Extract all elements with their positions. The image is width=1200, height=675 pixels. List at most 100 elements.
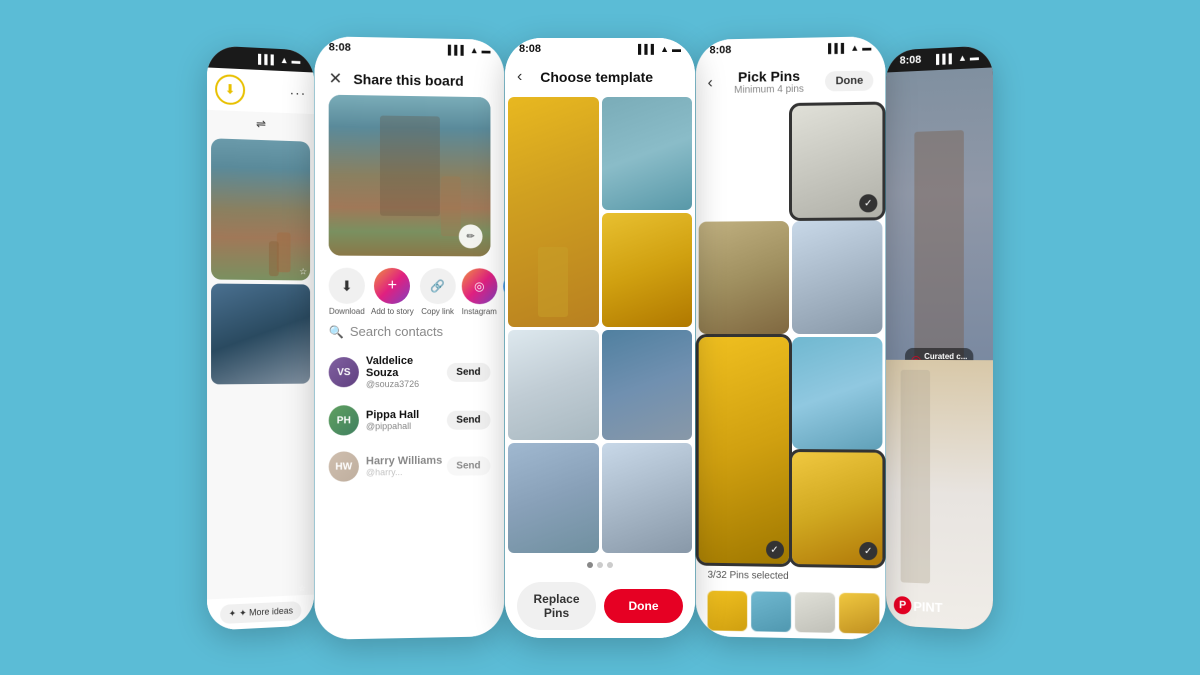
p3-status-icons: ▌▌▌ ▲ ▬ (638, 44, 681, 54)
p4-cell-pool[interactable] (791, 336, 882, 449)
p4-thumb-1 (708, 590, 748, 631)
p5-battery-icon: ▬ (970, 52, 979, 63)
phone-3-status-bar: 8:08 ▌▌▌ ▲ ▬ (505, 38, 695, 60)
p3-cell-bikini[interactable] (602, 213, 693, 327)
p2-status-icons: ▌▌▌ ▲ ▬ (448, 44, 491, 55)
p4-cell-teal[interactable] (699, 106, 789, 219)
p3-cell-stairs[interactable] (602, 330, 693, 440)
p4-done-button[interactable]: Done (826, 70, 874, 91)
p2-contact-1: VS Valdelice Souza @souza3726 Send (315, 346, 505, 396)
p4-battery-icon: ▬ (862, 42, 871, 52)
p2-download-action[interactable]: ⬇ Download (329, 267, 365, 315)
p5-signal-icon: ▌▌▌ (936, 53, 955, 64)
p3-header: ‹ Choose template (505, 60, 695, 94)
p2-search-row[interactable]: 🔍 Search contacts (315, 323, 505, 346)
p4-subtitle: Minimum 4 pins (734, 83, 804, 95)
p3-dot-3[interactable] (607, 562, 613, 568)
p4-back-button[interactable]: ‹ (708, 73, 713, 91)
p3-time: 8:08 (519, 43, 541, 55)
p2-actions-row: ⬇ Download + Add to story 🔗 Copy link ◎ … (315, 255, 505, 324)
phone-3: 8:08 ▌▌▌ ▲ ▬ ‹ Choose template (505, 38, 695, 638)
p4-wifi-icon: ▲ (850, 42, 859, 52)
p3-cell-women[interactable] (508, 443, 599, 553)
p3-dot-2[interactable] (597, 562, 603, 568)
p5-logo-text: PINT (913, 598, 942, 614)
p1-signal-icon: ▌▌▌ (258, 53, 277, 64)
p1-filter-row[interactable]: ⇌ (207, 109, 314, 137)
p5-content: ◎ Curated c... by A... P PINT (886, 67, 993, 630)
p1-more-ideas-label: ✦ More ideas (239, 605, 293, 619)
p4-cell-santorini[interactable]: ✓ (791, 104, 882, 218)
p2-time: 8:08 (329, 41, 351, 53)
p3-signal-icon: ▌▌▌ (638, 44, 657, 54)
phones-container: ▌▌▌ ▲ ▬ ⬇ ··· ⇌ ☆ (0, 0, 1200, 675)
p2-contact-3-name: Harry Williams (366, 454, 442, 467)
p2-link-action[interactable]: 🔗 Copy link (420, 268, 456, 316)
p5-time: 8:08 (900, 53, 922, 66)
p2-header: ✕ Share this board (315, 58, 505, 97)
p3-content: ‹ Choose template (505, 60, 695, 638)
p1-filter-icon: ⇌ (256, 116, 266, 130)
p2-edit-icon: ✏ (467, 230, 475, 241)
p2-send-2-button[interactable]: Send (446, 410, 490, 429)
p2-wifi-icon: ▲ (470, 45, 479, 55)
p2-contact-3: HW Harry Williams @harry... Send (315, 442, 505, 490)
p1-cliff-image (211, 138, 310, 280)
p3-cell-jump[interactable] (602, 443, 693, 553)
p2-story-icon: + (374, 267, 410, 303)
p2-story-action[interactable]: + Add to story (371, 267, 414, 315)
p2-contact-2: PH Pippa Hall @pippahall Send (315, 396, 505, 443)
p3-back-button[interactable]: ‹ (517, 68, 522, 86)
p1-more-icon[interactable]: ··· (290, 84, 307, 101)
p1-more-ideas-button[interactable]: ✦ ✦ More ideas (221, 601, 301, 624)
phone-1: ▌▌▌ ▲ ▬ ⬇ ··· ⇌ ☆ (207, 45, 314, 631)
p2-send-1-button[interactable]: Send (446, 362, 490, 381)
p2-search-label: Search contacts (350, 323, 443, 338)
p2-send-3-button[interactable]: Send (446, 455, 490, 474)
p3-wifi-icon: ▲ (660, 44, 669, 54)
p3-dot-1[interactable] (587, 562, 593, 568)
p2-close-button[interactable]: ✕ (329, 68, 343, 88)
p4-status-icons: ▌▌▌ ▲ ▬ (828, 42, 871, 53)
p5-wifi-icon: ▲ (958, 52, 967, 62)
p4-thumb-3 (795, 592, 835, 633)
p5-logo-p: P (894, 595, 912, 614)
p4-check-1: ✓ (859, 194, 877, 212)
p3-cell-white-arch[interactable] (508, 330, 599, 440)
p2-contact-3-left: HW Harry Williams @harry... (329, 450, 443, 481)
p2-content: ✕ Share this board ✏ ⬇ Download + (315, 58, 505, 640)
p2-contact-1-handle: @souza3726 (366, 378, 446, 388)
p5-top-image (886, 67, 993, 377)
p4-thumb-4 (839, 592, 879, 633)
p4-titles: Pick Pins Minimum 4 pins (734, 67, 804, 95)
phone-4-status-bar: 8:08 ▌▌▌ ▲ ▬ (696, 36, 886, 62)
p2-download-label: Download (329, 306, 365, 315)
p5-status-icons: ▌▌▌ ▲ ▬ (936, 52, 979, 64)
p4-cell-run[interactable] (791, 220, 882, 333)
p3-cell-back[interactable] (602, 97, 693, 211)
p2-edit-button[interactable]: ✏ (459, 224, 483, 248)
p4-cell-yellow-suit[interactable]: ✓ (791, 451, 882, 565)
p1-main-image: ☆ (211, 138, 310, 280)
phone-4: 8:08 ▌▌▌ ▲ ▬ ‹ Pick Pins Minimum 4 pins … (696, 36, 886, 640)
p2-instagram-action[interactable]: ◎ Instagram (461, 268, 497, 316)
p2-contact-3-handle: @harry... (366, 466, 442, 477)
p1-sparkle-icon: ✦ (229, 608, 237, 619)
p2-contact-2-handle: @pippahall (366, 420, 419, 430)
p4-time: 8:08 (710, 44, 732, 56)
p1-bottom-image-card: ☆ (211, 283, 310, 384)
p3-cell-beach[interactable] (508, 97, 599, 327)
p1-battery-icon: ▬ (292, 55, 301, 65)
p2-search-icon: 🔍 (329, 324, 344, 338)
p1-star-icon: ☆ (299, 266, 307, 277)
p1-download-circle[interactable]: ⬇ (215, 73, 245, 104)
p3-replace-button[interactable]: Replace Pins (517, 582, 596, 630)
p3-done-button[interactable]: Done (604, 589, 683, 623)
p3-battery-icon: ▬ (672, 44, 681, 54)
p5-bottom-image (886, 359, 993, 630)
p4-check-2: ✓ (766, 540, 784, 558)
phone-5: 8:08 ▌▌▌ ▲ ▬ ◎ Curated c... by A... (886, 45, 993, 631)
p4-cell-town[interactable] (699, 221, 789, 333)
p4-cell-yellow-bag[interactable]: ✓ (699, 336, 789, 563)
p1-bottom-bar: ✦ ✦ More ideas (207, 594, 314, 630)
